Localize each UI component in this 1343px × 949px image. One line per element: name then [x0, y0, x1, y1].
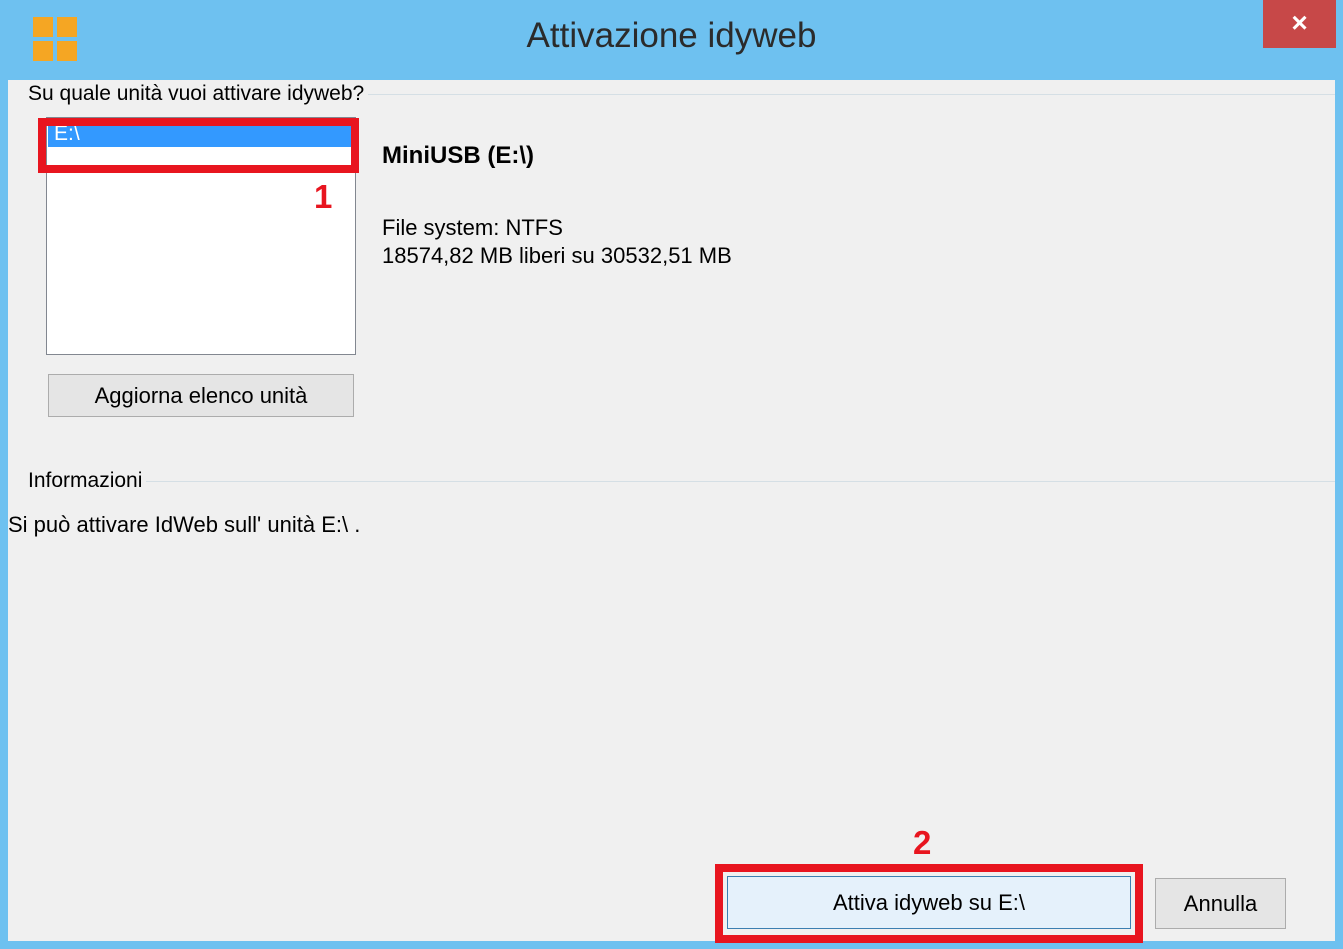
info-group-border: [32, 481, 1335, 482]
dialog-content: Su quale unità vuoi attivare idyweb? E:\…: [8, 80, 1335, 943]
drive-filesystem: File system: NTFS: [382, 215, 563, 240]
drive-group-legend: Su quale unità vuoi attivare idyweb?: [24, 82, 369, 106]
refresh-drives-button[interactable]: Aggiorna elenco unità: [48, 374, 354, 417]
annotation-number-1: 1: [314, 178, 333, 215]
title-bar[interactable]: Attivazione idyweb ×: [0, 0, 1343, 80]
window-title: Attivazione idyweb: [526, 16, 817, 55]
cancel-button[interactable]: Annulla: [1155, 878, 1286, 929]
annotation-number-2: 2: [913, 824, 932, 861]
drive-name: MiniUSB (E:\): [382, 142, 534, 169]
info-message: Si può attivare IdWeb sull' unità E:\ .: [8, 512, 361, 537]
drive-space: 18574,82 MB liberi su 30532,51 MB: [382, 243, 732, 268]
info-group-legend: Informazioni: [24, 469, 147, 493]
activate-button[interactable]: Attiva idyweb su E:\: [727, 876, 1131, 929]
annotation-box-1: [38, 118, 359, 173]
dialog-window: Attivazione idyweb × Su quale unità vuoi…: [0, 0, 1343, 949]
close-button[interactable]: ×: [1263, 0, 1336, 48]
